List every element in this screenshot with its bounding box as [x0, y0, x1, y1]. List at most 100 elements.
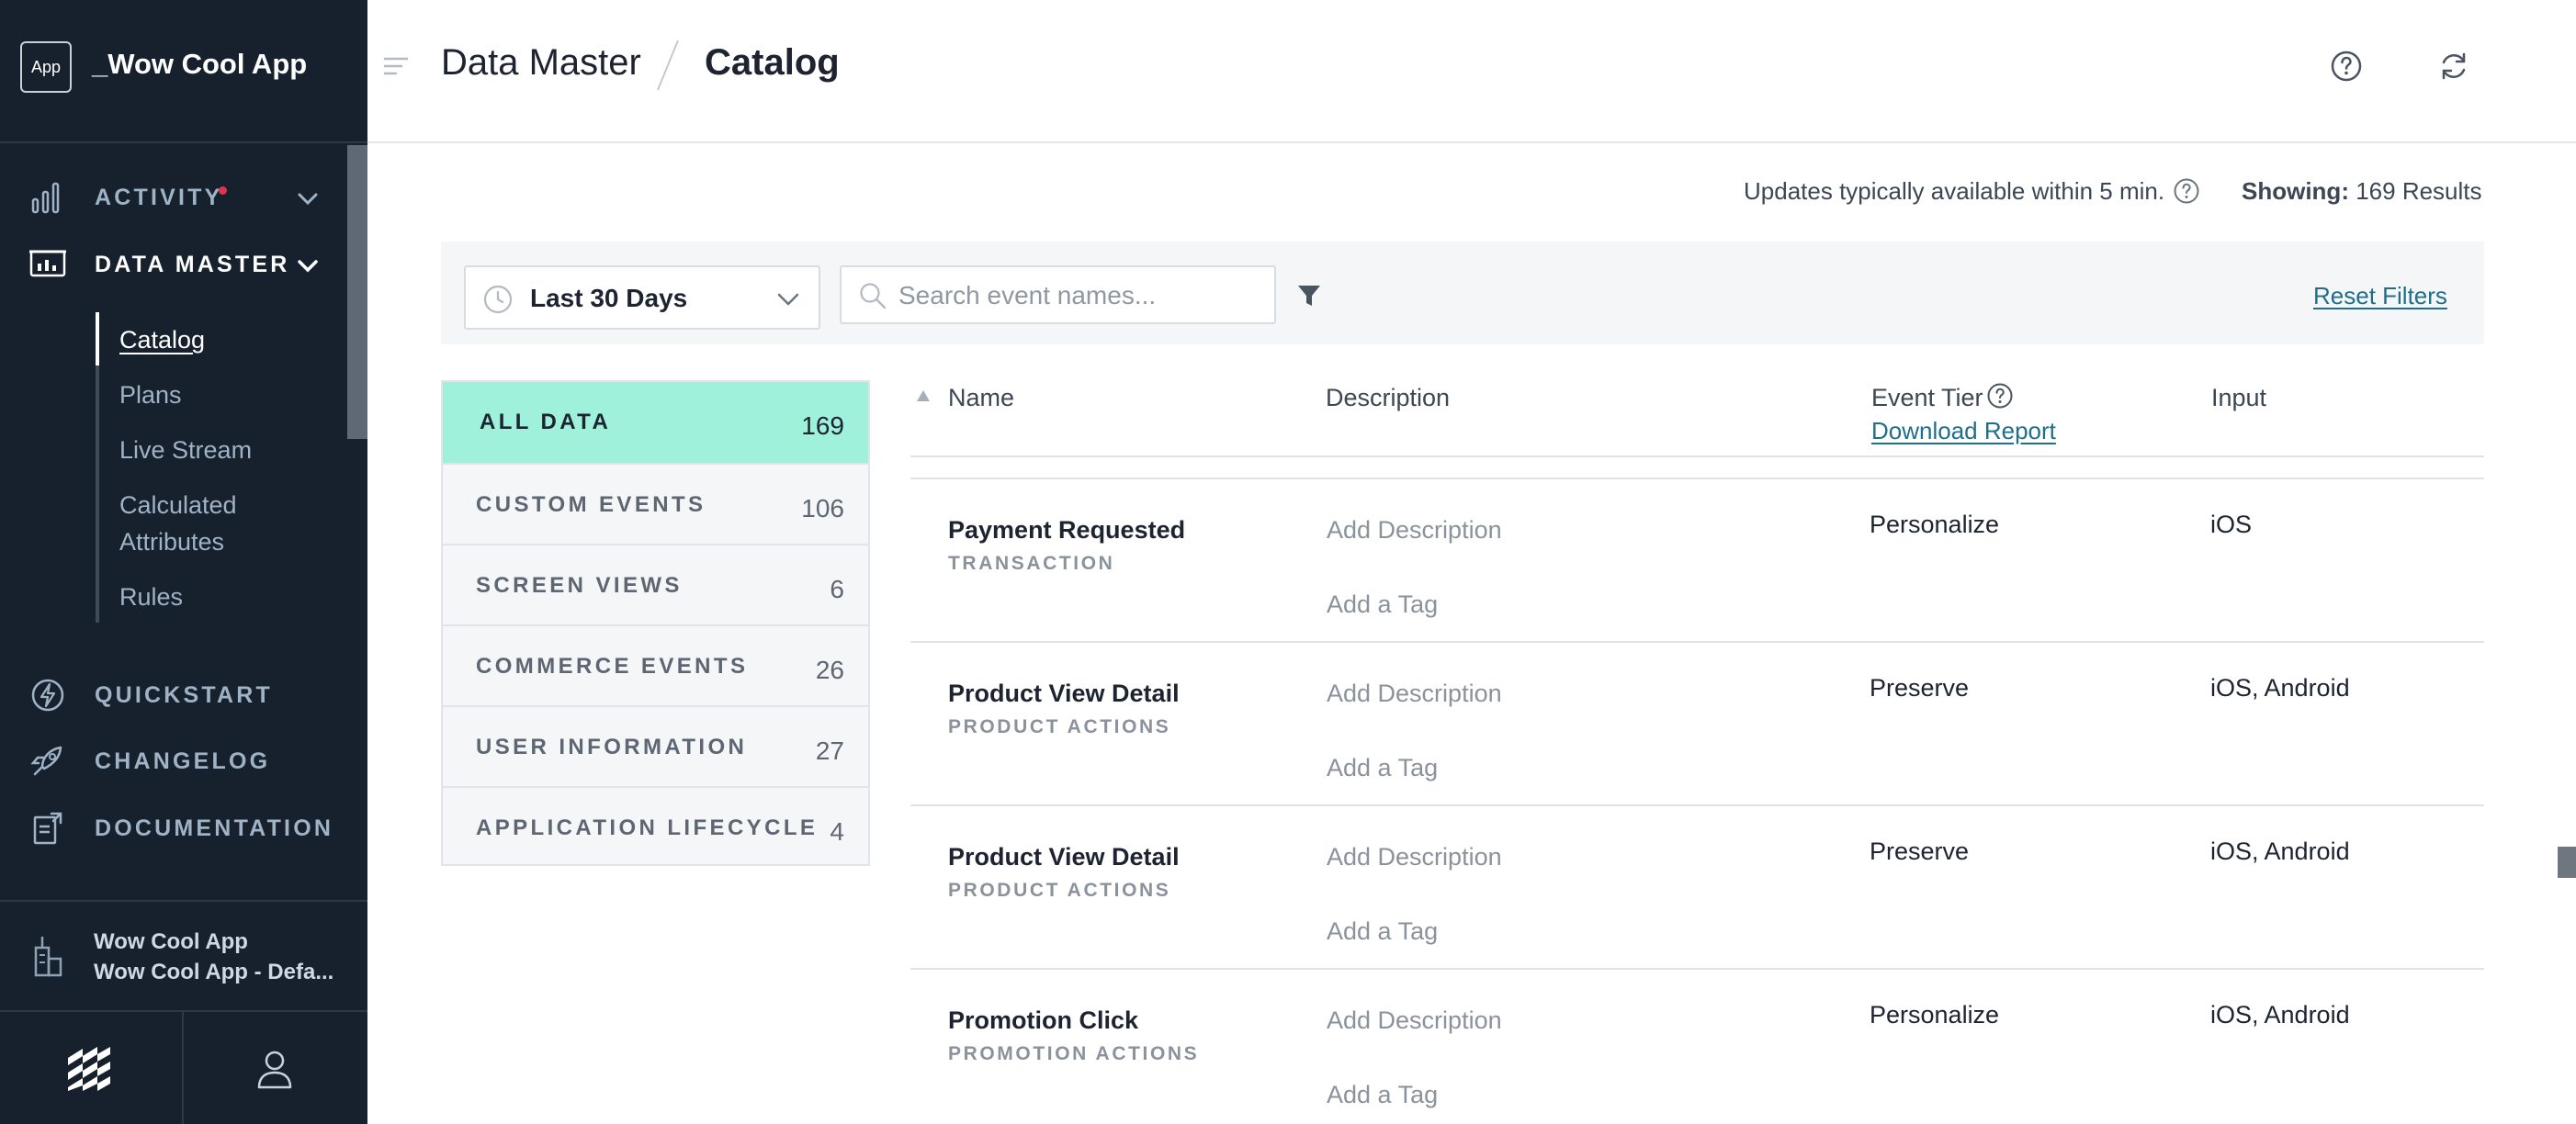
event-name[interactable]: Promotion Click: [948, 1006, 1138, 1035]
date-range-select[interactable]: Last 30 Days: [464, 265, 820, 330]
add-description-field[interactable]: Add Description: [1327, 1006, 1502, 1035]
category-application-lifecycle[interactable]: APPLICATION LIFECYCLE 4: [443, 788, 868, 869]
table-row[interactable]: Payment Requested TRANSACTION Add Descri…: [910, 479, 2484, 643]
update-note: Updates typically available within 5 min…: [1744, 177, 2165, 205]
sidebar-item-catalog[interactable]: Catalog: [119, 321, 205, 358]
sidebar-item-live-stream[interactable]: Live Stream: [119, 432, 252, 468]
add-description-field[interactable]: Add Description: [1327, 680, 1502, 708]
category-all-data[interactable]: ALL DATA 169: [443, 382, 868, 465]
chevron-down-icon: [777, 293, 799, 306]
menu-toggle-icon[interactable]: [382, 53, 410, 81]
add-tag-field[interactable]: Add a Tag: [1327, 754, 1438, 782]
brand-logo-icon[interactable]: [64, 1045, 114, 1091]
refresh-icon[interactable]: [2437, 50, 2470, 83]
table-row[interactable]: Product View Detail PRODUCT ACTIONS Add …: [910, 806, 2484, 970]
event-category: PROMOTION ACTIONS: [948, 1043, 1200, 1064]
column-name[interactable]: Name: [948, 384, 1014, 412]
data-screen-icon: [29, 250, 66, 277]
category-count: 169: [801, 411, 844, 440]
add-description-field[interactable]: Add Description: [1327, 843, 1502, 871]
sidebar-item-plans[interactable]: Plans: [119, 377, 182, 413]
help-icon[interactable]: [2173, 177, 2200, 205]
document-icon: [33, 812, 62, 845]
chevron-down-icon: [298, 260, 318, 273]
sidebar-scrollbar[interactable]: [347, 145, 367, 439]
add-description-field[interactable]: Add Description: [1327, 516, 1502, 545]
add-tag-field[interactable]: Add a Tag: [1327, 590, 1438, 619]
category-screen-views[interactable]: SCREEN VIEWS 6: [443, 545, 868, 626]
add-tag-field[interactable]: Add a Tag: [1327, 917, 1438, 946]
nav-data-master-label: DATA MASTER: [95, 252, 290, 277]
user-icon[interactable]: [255, 1049, 294, 1089]
nav-quickstart-label: QUICKSTART: [95, 682, 274, 708]
app-logo-text: App: [30, 57, 62, 76]
category-label: SCREEN VIEWS: [476, 573, 683, 598]
category-count: 6: [830, 575, 844, 603]
event-input: iOS, Android: [2210, 837, 2350, 865]
event-tier: Personalize: [1870, 511, 2000, 538]
category-list: ALL DATA 169 CUSTOM EVENTS 106 SCREEN VI…: [441, 380, 870, 866]
results-count-label: Showing:: [2242, 177, 2349, 205]
nav-changelog[interactable]: CHANGELOG: [0, 734, 347, 789]
search-input[interactable]: [898, 276, 1266, 315]
workspace-subtitle: Wow Cool App - Defa...: [94, 960, 334, 984]
category-user-information[interactable]: USER INFORMATION 27: [443, 707, 868, 788]
bar-chart-icon: [31, 182, 60, 214]
help-icon[interactable]: [2330, 50, 2363, 83]
category-custom-events[interactable]: CUSTOM EVENTS 106: [443, 465, 868, 545]
table-row[interactable]: Promotion Click PROMOTION ACTIONS Add De…: [910, 970, 2484, 1124]
chevron-down-icon: [298, 193, 318, 206]
sidebar-item-calculated-attributes[interactable]: Calculated Attributes: [119, 487, 322, 560]
footer-divider: [182, 1012, 184, 1124]
event-tier: Personalize: [1870, 1001, 2000, 1028]
nav-activity[interactable]: ACTIVITY: [0, 170, 347, 225]
nav-documentation[interactable]: DOCUMENTATION: [0, 801, 347, 856]
table-row[interactable]: Product View Detail PRODUCT ACTIONS Add …: [910, 643, 2484, 806]
category-label: APPLICATION LIFECYCLE: [476, 815, 819, 840]
event-category: PRODUCT ACTIONS: [948, 716, 1171, 737]
help-icon[interactable]: [1986, 382, 2014, 410]
event-tier: Preserve: [1870, 674, 1970, 702]
category-label: CUSTOM EVENTS: [476, 492, 706, 517]
sort-ascending-icon[interactable]: [916, 389, 931, 402]
category-commerce-events[interactable]: COMMERCE EVENTS 26: [443, 626, 868, 707]
nav-data-master[interactable]: DATA MASTER: [0, 237, 347, 292]
app-logo[interactable]: App: [20, 41, 72, 93]
category-label: ALL DATA: [480, 410, 612, 434]
category-count: 26: [815, 656, 844, 684]
date-range-value: Last 30 Days: [530, 284, 688, 312]
workspace-switcher[interactable]: Wow Cool App Wow Cool App - Defa...: [0, 900, 367, 1010]
nav-changelog-label: CHANGELOG: [95, 748, 271, 774]
category-label: USER INFORMATION: [476, 735, 748, 759]
filter-icon[interactable]: [1295, 282, 1323, 309]
lightning-icon: [31, 679, 64, 712]
sidebar-item-rules[interactable]: Rules: [119, 579, 183, 615]
category-label: COMMERCE EVENTS: [476, 654, 749, 679]
download-report-link[interactable]: Download Report: [1871, 417, 2056, 445]
search-box[interactable]: [840, 265, 1276, 324]
workspace-name: Wow Cool App: [94, 929, 248, 954]
breadcrumb-data-master[interactable]: Data Master: [441, 42, 641, 84]
filter-bar: Last 30 Days Reset Filters: [441, 242, 2484, 344]
breadcrumb-separator: [657, 39, 679, 91]
event-name[interactable]: Product View Detail: [948, 680, 1180, 708]
category-count: 106: [801, 494, 844, 523]
category-count: 4: [830, 817, 844, 846]
sidebar: App _Wow Cool App ACTIVITY DATA MASTER C…: [0, 0, 367, 1124]
event-category: TRANSACTION: [948, 553, 1115, 574]
app-name[interactable]: _Wow Cool App: [92, 48, 307, 81]
building-icon: [34, 937, 62, 977]
reset-filters-link[interactable]: Reset Filters: [2313, 282, 2447, 310]
event-name[interactable]: Product View Detail: [948, 843, 1180, 871]
event-name[interactable]: Payment Requested: [948, 516, 1185, 545]
event-input: iOS, Android: [2210, 1001, 2350, 1028]
nav-quickstart[interactable]: QUICKSTART: [0, 668, 347, 723]
page-title: Catalog: [705, 42, 840, 83]
results-count-value: 169 Results: [2356, 177, 2482, 205]
main-scrollbar[interactable]: [2558, 847, 2576, 878]
add-tag-field[interactable]: Add a Tag: [1327, 1081, 1438, 1109]
search-icon: [860, 283, 887, 309]
alert-dot: [219, 186, 227, 195]
nav-documentation-label: DOCUMENTATION: [95, 815, 334, 841]
event-input: iOS: [2210, 511, 2253, 538]
